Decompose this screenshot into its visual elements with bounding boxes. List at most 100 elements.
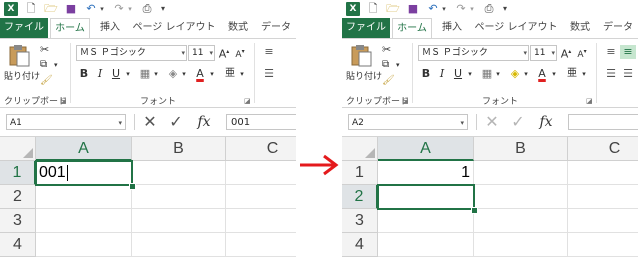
row-header-1[interactable]: 1: [342, 161, 378, 185]
cell-b3[interactable]: [132, 209, 226, 233]
cell-c2[interactable]: [226, 185, 296, 209]
cell-a3[interactable]: [378, 209, 474, 233]
font-name-select[interactable]: ＭＳ Ｐゴシック ▾: [76, 45, 187, 61]
shrink-font-button[interactable]: A▾: [576, 45, 588, 60]
open-file-icon[interactable]: 🗁: [44, 2, 58, 16]
copy-dropdown-icon[interactable]: ▾: [396, 61, 400, 69]
font-color-dropdown-icon[interactable]: ▾: [550, 67, 558, 81]
align-top-icon[interactable]: ≡: [262, 45, 276, 59]
paste-button[interactable]: [8, 43, 30, 70]
cell-c1[interactable]: [568, 161, 638, 185]
copy-icon[interactable]: ⧉: [382, 59, 389, 70]
cut-icon[interactable]: ✂: [382, 43, 391, 56]
row-header-1[interactable]: 1: [0, 161, 36, 185]
cell-b2[interactable]: [132, 185, 226, 209]
cell-b3[interactable]: [474, 209, 568, 233]
align-middle-icon[interactable]: ≡: [620, 45, 636, 59]
italic-button[interactable]: I: [436, 67, 448, 81]
format-painter-icon[interactable]: 🖌: [382, 75, 395, 86]
formula-input[interactable]: [568, 114, 638, 130]
fill-handle[interactable]: [129, 183, 136, 190]
font-color-icon[interactable]: A: [194, 67, 206, 81]
cell-b1[interactable]: [132, 161, 226, 185]
underline-button[interactable]: U: [110, 67, 122, 81]
row-header-4[interactable]: 4: [342, 233, 378, 257]
cell-a4[interactable]: [36, 233, 132, 257]
tab-data[interactable]: データ: [256, 18, 296, 38]
redo-dropdown-icon[interactable]: ▾: [126, 2, 134, 16]
cancel-entry-icon[interactable]: ✕: [140, 112, 160, 132]
cell-b4[interactable]: [132, 233, 226, 257]
tab-data[interactable]: データ: [598, 18, 638, 38]
name-box[interactable]: A1 ▾: [6, 114, 126, 130]
cell-b4[interactable]: [474, 233, 568, 257]
enter-entry-icon[interactable]: ✓: [166, 112, 186, 132]
phonetic-icon[interactable]: 亜: [566, 67, 578, 81]
cancel-entry-icon[interactable]: ✕: [482, 112, 502, 132]
phonetic-dropdown-icon[interactable]: ▾: [580, 67, 588, 81]
tab-home[interactable]: ホーム: [392, 18, 432, 38]
underline-button[interactable]: U: [452, 67, 464, 81]
cell-b1[interactable]: [474, 161, 568, 185]
insert-function-button[interactable]: fx: [194, 112, 214, 132]
tab-page-layout[interactable]: ページ レイアウト: [128, 18, 220, 38]
undo-dropdown-icon[interactable]: ▾: [440, 2, 448, 16]
align-left-icon[interactable]: ☰: [604, 67, 618, 81]
select-all-button[interactable]: [342, 137, 378, 161]
redo-icon[interactable]: ↷: [112, 2, 126, 16]
fill-color-icon[interactable]: ◈: [508, 67, 522, 81]
cell-c3[interactable]: [568, 209, 638, 233]
tab-page-layout[interactable]: ページ レイアウト: [470, 18, 562, 38]
font-name-select[interactable]: ＭＳ Ｐゴシック ▾: [418, 45, 529, 61]
undo-dropdown-icon[interactable]: ▾: [98, 2, 106, 16]
cut-icon[interactable]: ✂: [40, 43, 49, 56]
cell-c1[interactable]: [226, 161, 296, 185]
cell-a1[interactable]: 1: [378, 161, 474, 185]
save-icon[interactable]: ■: [406, 2, 420, 16]
print-preview-icon[interactable]: ⎙: [482, 2, 496, 16]
align-top-icon[interactable]: ≡: [604, 45, 618, 59]
bold-button[interactable]: B: [78, 67, 90, 81]
row-header-3[interactable]: 3: [342, 209, 378, 233]
formula-input[interactable]: 001: [226, 114, 296, 130]
grow-font-button[interactable]: A▴: [560, 45, 572, 61]
cell-a2[interactable]: [36, 185, 132, 209]
copy-dropdown-icon[interactable]: ▾: [54, 61, 58, 69]
row-header-4[interactable]: 4: [0, 233, 36, 257]
redo-dropdown-icon[interactable]: ▾: [468, 2, 476, 16]
tab-home[interactable]: ホーム: [50, 18, 90, 38]
italic-button[interactable]: I: [94, 67, 106, 81]
undo-icon[interactable]: ↶: [426, 2, 440, 16]
column-header-b[interactable]: B: [474, 137, 568, 161]
underline-dropdown-icon[interactable]: ▾: [124, 67, 132, 81]
new-file-icon[interactable]: 🗋: [366, 2, 380, 16]
new-file-icon[interactable]: 🗋: [24, 2, 38, 16]
borders-dropdown-icon[interactable]: ▾: [494, 67, 502, 81]
row-header-3[interactable]: 3: [0, 209, 36, 233]
font-size-select[interactable]: 11 ▾: [188, 45, 215, 61]
cell-b2[interactable]: [474, 185, 568, 209]
tab-insert[interactable]: 挿入: [94, 18, 126, 38]
fill-color-icon[interactable]: ◈: [166, 67, 180, 81]
insert-function-button[interactable]: fx: [536, 112, 556, 132]
cell-c2[interactable]: [568, 185, 638, 209]
clipboard-launcher-icon[interactable]: ◪: [402, 97, 409, 105]
column-header-c[interactable]: C: [568, 137, 638, 161]
cell-c3[interactable]: [226, 209, 296, 233]
format-painter-icon[interactable]: 🖌: [40, 75, 53, 86]
font-color-icon[interactable]: A: [536, 67, 548, 81]
underline-dropdown-icon[interactable]: ▾: [466, 67, 474, 81]
save-icon[interactable]: ■: [64, 2, 78, 16]
cell-a2[interactable]: [378, 185, 474, 209]
undo-icon[interactable]: ↶: [84, 2, 98, 16]
enter-entry-icon[interactable]: ✓: [508, 112, 528, 132]
tab-formulas[interactable]: 数式: [222, 18, 254, 38]
cell-c4[interactable]: [226, 233, 296, 257]
align-left-icon[interactable]: ☰: [262, 67, 276, 81]
phonetic-dropdown-icon[interactable]: ▾: [238, 67, 246, 81]
bold-button[interactable]: B: [420, 67, 432, 81]
fill-color-dropdown-icon[interactable]: ▾: [522, 67, 530, 81]
fill-handle[interactable]: [471, 207, 478, 214]
tab-insert[interactable]: 挿入: [436, 18, 468, 38]
name-box[interactable]: A2 ▾: [348, 114, 468, 130]
